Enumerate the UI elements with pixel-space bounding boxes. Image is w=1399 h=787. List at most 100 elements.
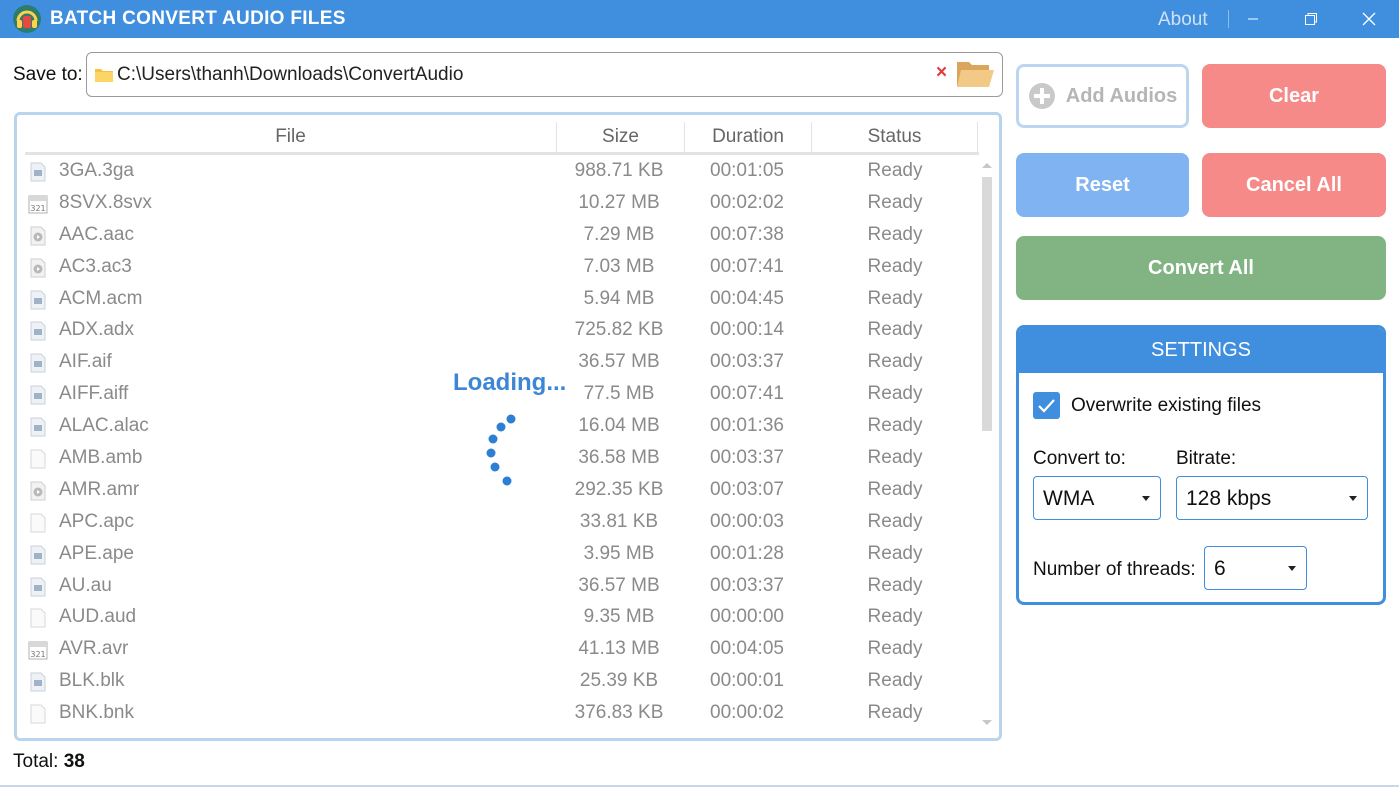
file-size-cell: 10.27 MB (578, 191, 660, 213)
file-status-cell: Ready (867, 287, 923, 309)
table-row[interactable]: BLK.blk 25.39 KB 00:00:01 Ready (25, 665, 979, 697)
cancel-all-button[interactable]: Cancel All (1202, 153, 1386, 217)
file-name-cell: AMR.amr (59, 478, 140, 500)
file-name-cell: ALAC.alac (59, 415, 149, 437)
file-duration-cell: 00:01:05 (710, 160, 784, 181)
file-size-cell: 725.82 KB (574, 319, 664, 341)
scroll-down-icon[interactable] (980, 717, 994, 729)
app-title: BATCH CONVERT AUDIO FILES (50, 8, 346, 29)
audio-file-icon (30, 417, 46, 437)
clear-path-icon[interactable]: × (936, 62, 947, 84)
restore-button[interactable] (1283, 0, 1339, 38)
blank-file-icon (30, 704, 46, 724)
file-size-cell: 36.57 MB (578, 351, 660, 373)
audio-file-icon (30, 353, 46, 373)
file-size-cell: 36.57 MB (578, 574, 660, 596)
table-row[interactable]: 3GA.3ga 988.71 KB 00:01:05 Ready (25, 155, 979, 187)
list-header: File Size Duration Status (25, 122, 979, 155)
checkmark-icon (1038, 399, 1055, 413)
bitrate-value: 128 kbps (1186, 487, 1272, 510)
table-row[interactable]: ADX.adx 725.82 KB 00:00:14 Ready (25, 314, 979, 346)
scrollbar[interactable] (980, 159, 994, 733)
file-status-cell: Ready (867, 510, 923, 532)
file-status-cell: Ready (867, 542, 923, 564)
file-size-cell: 25.39 KB (579, 670, 659, 692)
close-button[interactable] (1341, 0, 1397, 38)
plus-circle-icon (1028, 83, 1055, 109)
svg-text:321: 321 (30, 204, 45, 213)
file-status-cell: Ready (867, 574, 923, 596)
clear-button[interactable]: Clear (1202, 64, 1386, 128)
calendar-file-icon: 321 (28, 641, 48, 660)
threads-select[interactable]: 6 (1204, 546, 1307, 590)
file-size-cell: 9.35 MB (583, 606, 655, 628)
table-row[interactable]: BNK.bnk 376.83 KB 00:00:02 Ready (25, 697, 979, 729)
table-row[interactable]: ACM.acm 5.94 MB 00:04:45 Ready (25, 283, 979, 315)
table-row[interactable]: 321 8SVX.8svx 10.27 MB 00:02:02 Ready (25, 187, 979, 219)
file-status-cell: Ready (867, 638, 923, 660)
table-row[interactable]: AAC.aac 7.29 MB 00:07:38 Ready (25, 219, 979, 251)
file-duration-cell: 00:00:02 (710, 702, 784, 724)
save-to-label: Save to: (13, 64, 83, 85)
column-header-status[interactable]: Status (812, 122, 978, 152)
chevron-down-icon (1288, 566, 1296, 571)
convert-to-select[interactable]: WMA (1033, 476, 1161, 520)
file-name-cell: 8SVX.8svx (59, 191, 152, 213)
browse-folder-icon[interactable] (955, 58, 995, 90)
convert-to-label: Convert to: (1033, 448, 1126, 469)
chevron-down-icon (1349, 496, 1357, 501)
file-status-cell: Ready (867, 415, 923, 437)
minimize-button[interactable] (1225, 0, 1281, 38)
file-size-cell: 5.94 MB (583, 287, 655, 309)
about-link[interactable]: About (1158, 9, 1208, 31)
file-status-cell: Ready (867, 702, 923, 724)
file-duration-cell: 00:07:41 (710, 255, 784, 277)
overwrite-label[interactable]: Overwrite existing files (1071, 395, 1261, 417)
save-path-field[interactable]: C:\Users\thanh\Downloads\ConvertAudio × (86, 52, 1003, 97)
scroll-thumb[interactable] (982, 177, 992, 431)
audio-file-icon (30, 290, 46, 310)
file-duration-cell: 00:02:02 (710, 191, 784, 213)
file-name-cell: BNK.bnk (59, 702, 134, 724)
chevron-down-icon (1142, 496, 1150, 501)
audio-file-icon (30, 321, 46, 341)
table-row[interactable]: APE.ape 3.95 MB 00:01:28 Ready (25, 538, 979, 570)
scroll-up-icon[interactable] (980, 159, 994, 171)
file-name-cell: BLK.blk (59, 670, 125, 692)
file-name-cell: AAC.aac (59, 223, 134, 245)
column-header-size[interactable]: Size (557, 122, 685, 152)
column-header-file[interactable]: File (25, 122, 557, 152)
overwrite-checkbox[interactable] (1033, 392, 1060, 419)
file-status-cell: Ready (867, 351, 923, 373)
audio-file-icon (30, 385, 46, 405)
table-row[interactable]: AC3.ac3 7.03 MB 00:07:41 Ready (25, 251, 979, 283)
reset-button[interactable]: Reset (1016, 153, 1189, 217)
file-size-cell: 41.13 MB (578, 638, 660, 660)
file-duration-cell: 00:07:38 (710, 223, 784, 245)
svg-text:321: 321 (30, 650, 45, 659)
audio-file-icon (30, 545, 46, 565)
column-header-duration[interactable]: Duration (685, 122, 812, 152)
file-size-cell: 36.58 MB (578, 447, 660, 469)
total-value: 38 (63, 751, 85, 772)
table-row[interactable]: AU.au 36.57 MB 00:03:37 Ready (25, 570, 979, 602)
table-row[interactable]: AUD.aud 9.35 MB 00:00:00 Ready (25, 601, 979, 633)
audio-file-icon (30, 577, 46, 597)
add-audios-button[interactable]: Add Audios (1016, 64, 1189, 128)
file-size-cell: 292.35 KB (574, 478, 664, 500)
bitrate-label: Bitrate: (1176, 448, 1237, 469)
media-file-icon (30, 226, 46, 246)
file-name-cell: AMB.amb (59, 447, 143, 469)
file-duration-cell: 00:03:37 (710, 351, 784, 373)
bitrate-select[interactable]: 128 kbps (1176, 476, 1368, 520)
table-row[interactable]: 321 AVR.avr 41.13 MB 00:04:05 Ready (25, 633, 979, 665)
save-path-value: C:\Users\thanh\Downloads\ConvertAudio (117, 64, 464, 85)
convert-all-button[interactable]: Convert All (1016, 236, 1386, 300)
file-size-cell: 3.95 MB (583, 542, 655, 564)
file-status-cell: Ready (867, 606, 923, 628)
audio-file-icon (30, 162, 46, 182)
file-size-cell: 376.83 KB (574, 702, 664, 724)
file-name-cell: 3GA.3ga (59, 160, 134, 181)
file-duration-cell: 00:03:37 (710, 574, 784, 596)
table-row[interactable]: APC.apc 33.81 KB 00:00:03 Ready (25, 506, 979, 538)
